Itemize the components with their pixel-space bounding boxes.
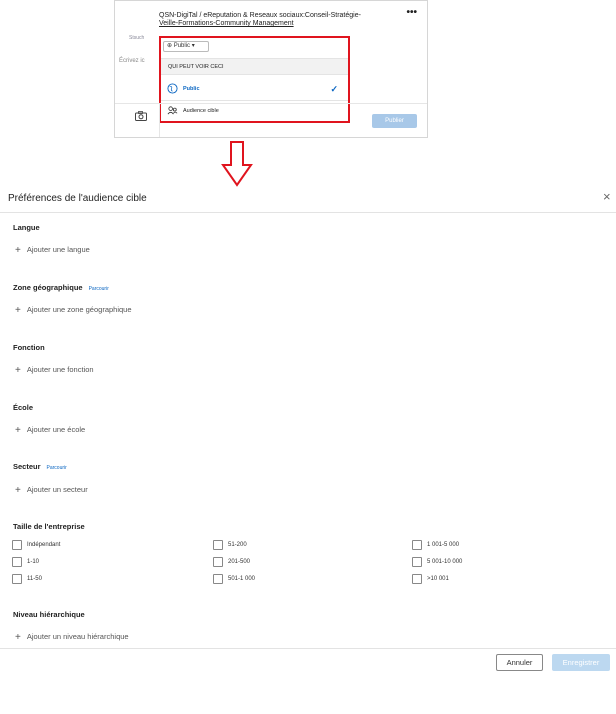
section-title-langue-text: Langue	[13, 223, 40, 232]
plus-icon: +	[15, 632, 21, 643]
plus-icon: +	[15, 245, 21, 256]
cancel-button[interactable]: Annuler	[496, 654, 543, 671]
close-icon[interactable]: ×	[603, 190, 611, 204]
section-title-taille-text: Taille de l'entreprise	[13, 522, 85, 531]
company-size-checkbox[interactable]: >10 001	[412, 574, 449, 584]
checkbox-box[interactable]	[412, 574, 422, 584]
visibility-menu-header: QUI PEUT VOIR CECI	[161, 58, 348, 75]
visibility-button-label: Public	[173, 43, 191, 49]
down-arrow-icon	[221, 141, 253, 187]
checkbox-box[interactable]	[12, 540, 22, 550]
caret-down-icon: ▾	[191, 43, 195, 49]
checkbox-box[interactable]	[213, 557, 223, 567]
company-size-checkbox[interactable]: 201-500	[213, 557, 250, 567]
browse-sector-link[interactable]: Parcourir	[47, 465, 67, 471]
modal-title: Préférences de l'audience cible	[8, 193, 147, 204]
publish-button[interactable]: Publier	[372, 114, 417, 128]
add-school-button[interactable]: + Ajouter une école	[15, 424, 86, 436]
visibility-option-target-audience-label: Audience cible	[183, 108, 219, 114]
visibility-option-public-label: Public	[183, 86, 200, 92]
composer-footer-divider	[115, 103, 427, 104]
plus-icon: +	[15, 485, 21, 496]
people-icon	[167, 106, 178, 115]
company-size-label: 501-1 000	[228, 576, 256, 582]
checkbox-box[interactable]	[12, 574, 22, 584]
section-title-fonction: Fonction	[13, 343, 45, 352]
browse-zone-link[interactable]: Parcourir	[89, 286, 109, 292]
checkbox-box[interactable]	[412, 557, 422, 567]
camera-icon[interactable]	[135, 111, 147, 121]
company-size-checkbox[interactable]: 501-1 000	[213, 574, 255, 584]
modal-footer-divider	[0, 648, 616, 649]
add-language-button[interactable]: + Ajouter une langue	[15, 244, 90, 256]
post-composer-snippet: Stsuch QSN-DigiTal / eReputation & Resea…	[114, 0, 428, 138]
section-title-zone-text: Zone géographique	[13, 283, 83, 292]
visibility-button[interactable]: ⊕ Public ▾	[163, 41, 209, 52]
save-button[interactable]: Enregistrer	[552, 654, 610, 671]
company-size-label: 1 001-5 000	[427, 542, 460, 548]
checkbox-box[interactable]	[213, 574, 223, 584]
section-title-langue: Langue	[13, 223, 40, 232]
add-seniority-label: Ajouter un niveau hiérarchique	[26, 632, 129, 641]
company-name-line1: QSN-DigiTal / eReputation & Reseaux soci…	[159, 12, 361, 19]
section-title-niveau: Niveau hiérarchique	[13, 610, 85, 619]
add-school-label: Ajouter une école	[26, 425, 86, 434]
section-title-taille: Taille de l'entreprise	[13, 522, 85, 531]
company-name: QSN-DigiTal / eReputation & Reseaux soci…	[159, 12, 389, 28]
globe-icon	[167, 83, 178, 94]
checkbox-box[interactable]	[12, 557, 22, 567]
add-language-label: Ajouter une langue	[26, 245, 90, 254]
visibility-dropdown-highlight: ⊕ Public ▾ QUI PEUT VOIR CECI Public ✓ A…	[159, 36, 350, 123]
company-size-checkbox[interactable]: 1-10	[12, 557, 39, 567]
company-size-label: 5 001-10 000	[427, 559, 463, 565]
company-name-line2: Veille-Formations-Community Management	[159, 20, 294, 27]
plus-icon: +	[15, 425, 21, 436]
company-size-checkbox[interactable]: 51-200	[213, 540, 247, 550]
section-title-ecole: École	[13, 403, 33, 412]
section-title-ecole-text: École	[13, 403, 34, 412]
section-title-secteur-text: Secteur	[13, 462, 41, 471]
add-zone-label: Ajouter une zone géographique	[26, 305, 132, 314]
company-size-checkbox[interactable]: 1 001-5 000	[412, 540, 459, 550]
add-seniority-button[interactable]: + Ajouter un niveau hiérarchique	[15, 631, 129, 643]
composer-footer-separator	[159, 103, 160, 137]
add-zone-button[interactable]: + Ajouter une zone géographique	[15, 304, 132, 316]
checkbox-box[interactable]	[213, 540, 223, 550]
add-function-button[interactable]: + Ajouter une fonction	[15, 364, 94, 376]
company-size-label: >10 001	[427, 576, 449, 582]
more-options-icon[interactable]: •••	[406, 8, 417, 18]
section-title-secteur: Secteur Parcourir	[13, 462, 67, 471]
company-size-label: 11-50	[27, 576, 42, 582]
plus-icon: +	[15, 305, 21, 316]
company-size-label: 1-10	[27, 559, 40, 565]
section-title-zone: Zone géographique Parcourir	[13, 283, 109, 292]
company-size-label: Indépendant	[27, 542, 61, 548]
company-size-checkbox[interactable]: Indépendant	[12, 540, 60, 550]
checkbox-box[interactable]	[412, 540, 422, 550]
company-size-label: 201-500	[228, 559, 251, 565]
modal-header-divider	[0, 212, 616, 213]
company-logo: Stsuch	[129, 35, 145, 41]
company-size-label: 51-200	[228, 542, 247, 548]
check-icon: ✓	[330, 84, 338, 94]
section-title-fonction-text: Fonction	[13, 343, 45, 352]
add-function-label: Ajouter une fonction	[26, 365, 94, 374]
section-title-niveau-text: Niveau hiérarchique	[13, 610, 85, 619]
plus-icon: +	[15, 365, 21, 376]
add-sector-button[interactable]: + Ajouter un secteur	[15, 484, 88, 496]
company-size-checkbox[interactable]: 5 001-10 000	[412, 557, 462, 567]
globe-small-icon: ⊕	[167, 43, 173, 49]
visibility-option-public[interactable]: Public ✓	[161, 79, 348, 99]
post-text-input[interactable]: Écrivez ic	[119, 58, 145, 64]
company-size-checkbox[interactable]: 11-50	[12, 574, 42, 584]
add-sector-label: Ajouter un secteur	[26, 485, 88, 494]
